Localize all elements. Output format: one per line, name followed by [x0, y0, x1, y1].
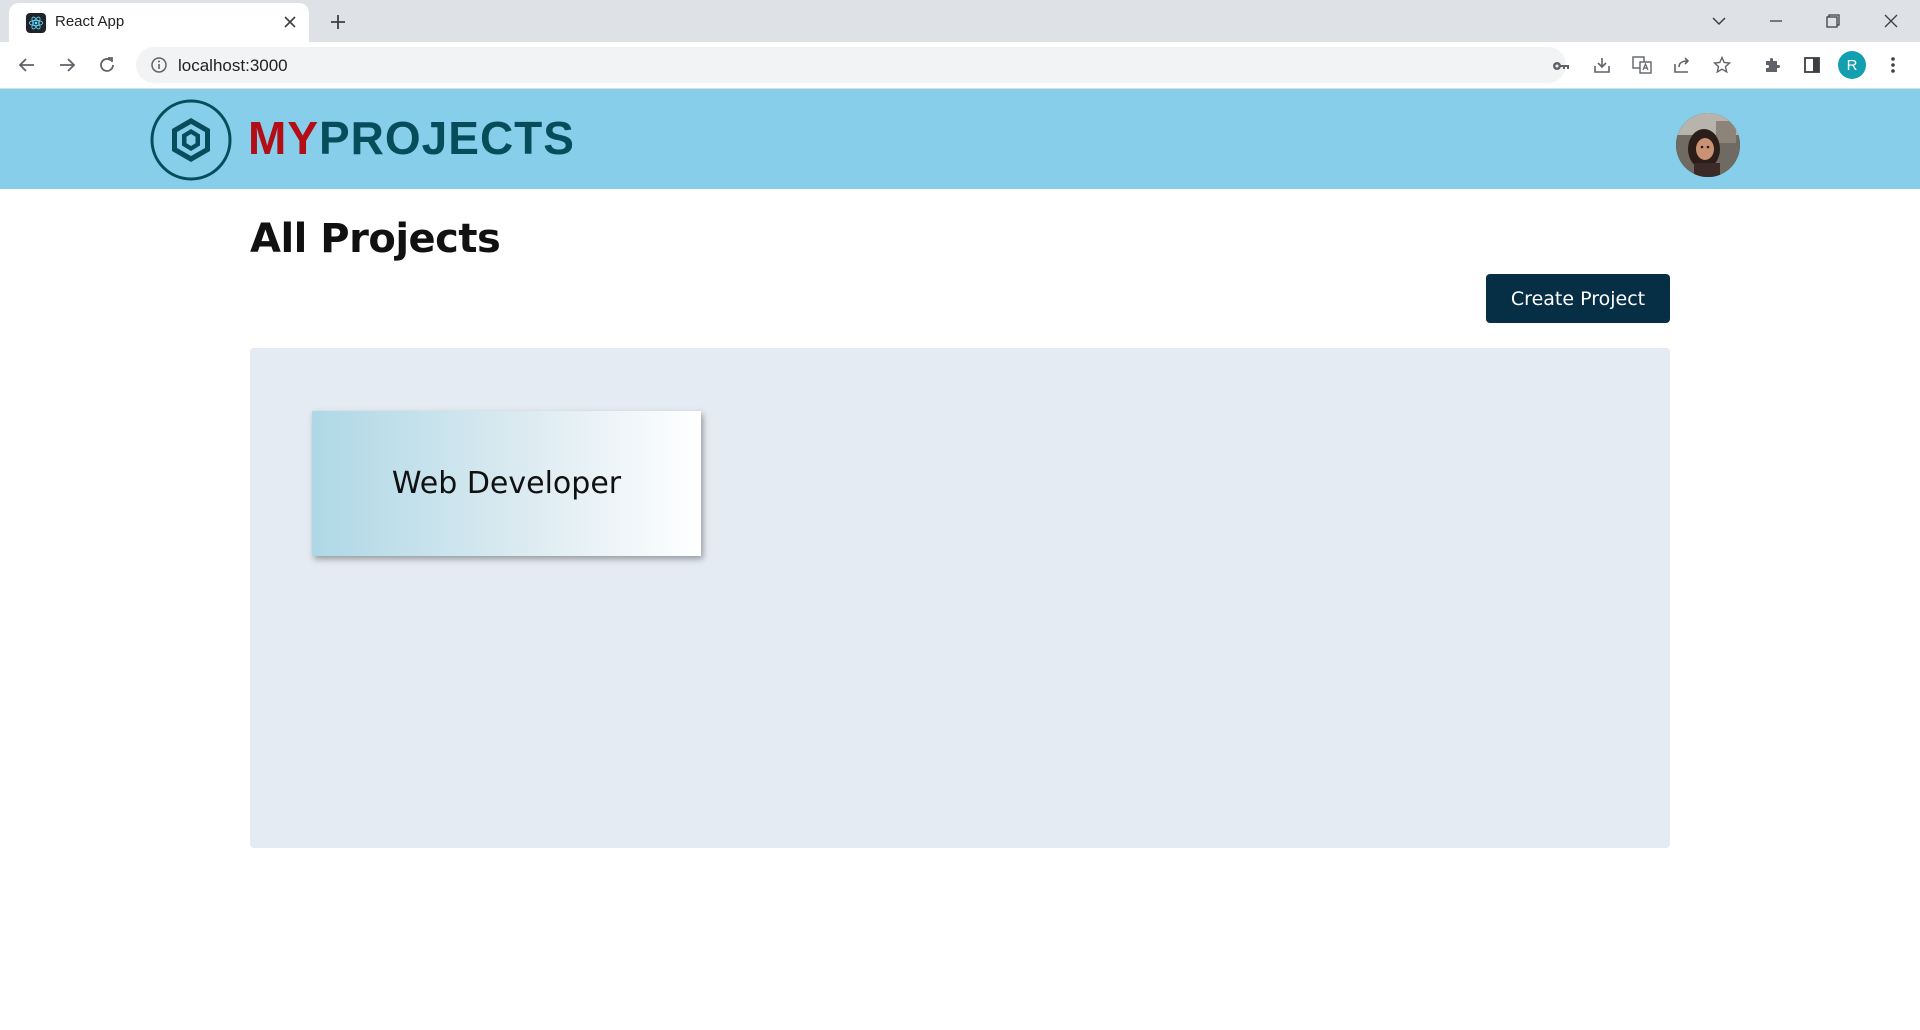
site-info-icon[interactable]: [150, 56, 168, 74]
page-title: All Projects: [250, 216, 501, 262]
reload-icon[interactable]: [92, 50, 122, 80]
bookmark-star-icon[interactable]: [1707, 50, 1737, 80]
project-card-title: Web Developer: [391, 466, 622, 501]
side-panel-icon[interactable]: [1797, 50, 1827, 80]
logo-my: MY: [248, 112, 319, 164]
translate-icon[interactable]: [1627, 50, 1657, 80]
share-icon[interactable]: [1667, 50, 1697, 80]
browser-menu-icon[interactable]: [1878, 50, 1908, 80]
hexagon-logo-icon[interactable]: [150, 99, 232, 181]
tab-search-chevron-down-icon[interactable]: [1704, 6, 1734, 36]
forward-arrow-icon[interactable]: [52, 50, 82, 80]
user-avatar[interactable]: [1676, 113, 1740, 177]
url-text: localhost:3000: [178, 56, 288, 75]
project-card[interactable]: Web Developer: [312, 411, 701, 556]
create-project-button[interactable]: Create Project: [1486, 274, 1670, 323]
browser-tabstrip: React App: [0, 0, 1920, 42]
extensions-puzzle-icon[interactable]: [1757, 50, 1787, 80]
logo-wordmark[interactable]: MYPROJECTS: [248, 111, 575, 165]
minimize-icon[interactable]: [1761, 6, 1791, 36]
address-bar[interactable]: localhost:3000: [136, 47, 1569, 83]
restore-icon[interactable]: [1818, 6, 1848, 36]
close-window-icon[interactable]: [1876, 6, 1906, 36]
tab-title: React App: [55, 13, 125, 30]
react-favicon-icon: [26, 13, 46, 33]
browser-toolbar: localhost:3000 R: [0, 42, 1920, 89]
profile-avatar-button[interactable]: R: [1838, 51, 1866, 79]
new-tab-icon[interactable]: [326, 10, 350, 34]
back-arrow-icon[interactable]: [12, 50, 42, 80]
install-app-icon[interactable]: [1587, 50, 1617, 80]
app-header: MYPROJECTS: [0, 89, 1920, 189]
browser-tab[interactable]: React App: [9, 3, 309, 42]
password-key-icon[interactable]: [1550, 55, 1572, 77]
tab-close-icon[interactable]: [281, 13, 299, 31]
logo-projects: PROJECTS: [319, 112, 575, 164]
projects-panel: Web Developer: [250, 348, 1670, 848]
